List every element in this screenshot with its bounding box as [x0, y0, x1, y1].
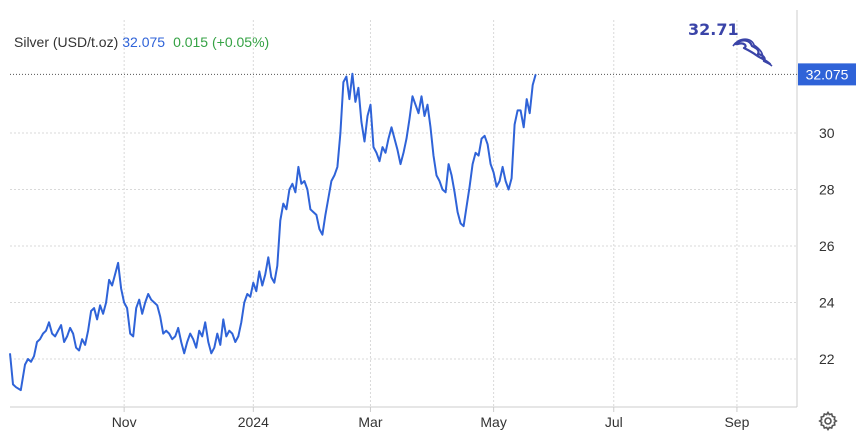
y-tick-label: 28	[819, 181, 835, 197]
silver-price-chart: 22 24 26 28 30 Nov 2024 Mar May Jul Sep 32.075	[9, 10, 856, 430]
tick-labels: 22 24 26 28 30 Nov 2024 Mar May Jul Sep	[112, 125, 835, 430]
price-tag-label: 32.075	[806, 66, 849, 82]
y-tick-label: 22	[819, 351, 835, 367]
x-tick-label: Mar	[358, 414, 382, 430]
legend-price: 32.075	[122, 34, 166, 50]
legend-change: 0.015 (+0.05%)	[173, 34, 270, 50]
current-price-tag: 32.075	[798, 63, 856, 86]
x-tick-label: Jul	[605, 414, 623, 430]
chart-grid	[10, 20, 797, 407]
y-tick-label: 30	[819, 125, 835, 141]
x-tick-label: Sep	[724, 414, 749, 430]
x-tick-label: Nov	[112, 414, 137, 430]
y-tick-label: 24	[819, 294, 835, 310]
legend-instrument-name: Silver (USD/t.oz)	[14, 34, 119, 50]
chart-axes	[10, 10, 798, 412]
series-layer	[9, 72, 537, 392]
y-tick-label: 26	[819, 238, 835, 254]
chart-legend: Silver (USD/t.oz) 32.075 0.015 (+0.05%)	[14, 34, 269, 50]
annotation-scribble	[732, 38, 773, 67]
handwritten-annotation: 32.71	[688, 20, 739, 39]
x-tick-label: 2024	[238, 414, 269, 430]
gear-icon[interactable]	[818, 411, 838, 431]
series-line-silver	[9, 72, 537, 392]
x-tick-label: May	[480, 414, 506, 430]
